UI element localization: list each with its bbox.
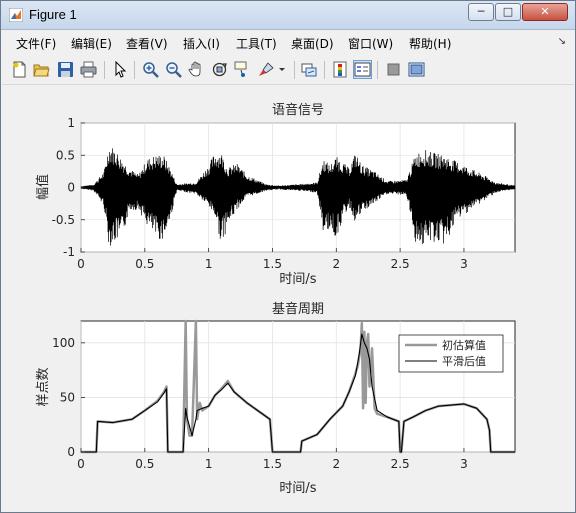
new-figure-icon[interactable] xyxy=(11,61,28,78)
toolbar-separator xyxy=(134,61,135,79)
figure-window: Figure 1 ─ □ ✕ 文件(F) 编辑(E) 查看(V) 插入(I) 工… xyxy=(0,0,576,513)
brush-icon[interactable] xyxy=(258,61,275,78)
figure-canvas: 0 0.5 1 1.5 2 2.5 3 -1 -0.5 0 0.5 1 语音信号 时间/s 幅值 00… xyxy=(11,87,565,505)
y-tick-label: 0.5 xyxy=(56,148,75,162)
title-bar[interactable]: Figure 1 ─ □ ✕ xyxy=(1,1,575,30)
y-tick-label: -0.5 xyxy=(52,213,75,227)
toolbar-separator xyxy=(294,61,295,79)
menu-bar: 文件(F) 编辑(E) 查看(V) 插入(I) 工具(T) 桌面(D) 窗口(W… xyxy=(2,32,574,54)
x-tick-label: 0 xyxy=(77,257,85,271)
x-tick-label: 1 xyxy=(205,457,213,471)
window-title: Figure 1 xyxy=(29,7,77,22)
x-tick-label: 1.5 xyxy=(263,257,282,271)
close-icon: ✕ xyxy=(540,5,550,18)
x-axis-label: 时间/s xyxy=(279,481,316,496)
insert-legend-icon[interactable] xyxy=(353,60,372,79)
close-button[interactable]: ✕ xyxy=(522,3,568,21)
legend-label-estimate: 初估算值 xyxy=(442,338,486,352)
x-tick-label: 2 xyxy=(332,257,340,271)
maximize-icon: □ xyxy=(502,5,514,18)
zoom-out-icon[interactable] xyxy=(165,61,182,78)
menu-help[interactable]: 帮助(H) xyxy=(409,35,451,52)
insert-colorbar-icon[interactable] xyxy=(332,61,349,78)
y-tick-label: 100 xyxy=(52,336,75,350)
x-tick-label: 2.5 xyxy=(391,257,410,271)
maximize-button[interactable]: □ xyxy=(495,3,521,21)
minimize-icon: ─ xyxy=(477,5,485,18)
x-tick-label: 0 xyxy=(77,457,85,471)
y-tick-label: 1 xyxy=(67,116,75,130)
x-tick-label: 0.5 xyxy=(135,257,154,271)
data-cursor-icon[interactable] xyxy=(234,61,251,78)
menu-window[interactable]: 窗口(W) xyxy=(348,35,393,52)
menu-tools[interactable]: 工具(T) xyxy=(236,35,277,52)
y-tick-label: 50 xyxy=(60,390,75,404)
toolbar-separator xyxy=(377,61,378,79)
x-tick-label: 1 xyxy=(205,257,213,271)
link-plot-icon[interactable] xyxy=(301,61,318,78)
minimize-button[interactable]: ─ xyxy=(468,3,494,21)
menu-insert[interactable]: 插入(I) xyxy=(183,35,220,52)
matlab-logo-icon xyxy=(9,8,23,22)
print-icon[interactable] xyxy=(80,61,97,78)
toolbar-separator xyxy=(104,61,105,79)
show-plot-tools-icon[interactable] xyxy=(408,61,425,78)
plots-svg: 0 0.5 1 1.5 2 2.5 3-1-0.500.51 语音信号 时间/s 幅值 00… xyxy=(35,102,516,496)
chart-title: 基音周期 xyxy=(272,301,324,317)
rotate-3d-icon[interactable] xyxy=(211,61,228,78)
menu-desktop[interactable]: 桌面(D) xyxy=(291,35,334,52)
x-axis-label: 时间/s xyxy=(279,272,316,287)
menu-file[interactable]: 文件(F) xyxy=(16,35,56,52)
zoom-in-icon[interactable] xyxy=(142,61,159,78)
menubar-dock-arrow-icon[interactable]: ↘ xyxy=(558,36,566,47)
legend-label-smoothed: 平滑后值 xyxy=(442,355,486,368)
y-tick-label: -1 xyxy=(63,245,75,259)
toolbar-separator xyxy=(324,61,325,79)
y-axis-label: 样点数 xyxy=(36,367,51,406)
edit-plot-arrow-icon[interactable] xyxy=(112,61,129,78)
y-tick-label: 0 xyxy=(67,445,75,459)
x-tick-label: 2 xyxy=(332,457,340,471)
axes-speech: 0 0.5 1 1.5 2 2.5 3 -1 -0.5 0 0.5 1 语音信号 时间/s 幅值 xyxy=(35,102,516,287)
open-file-icon[interactable] xyxy=(33,61,50,78)
hide-plot-tools-icon[interactable] xyxy=(385,61,402,78)
x-tick-label: 1.5 xyxy=(263,457,282,471)
y-tick-label: 0 xyxy=(67,181,75,195)
chart-title: 语音信号 xyxy=(272,102,324,118)
menu-edit[interactable]: 编辑(E) xyxy=(71,35,112,52)
save-icon[interactable] xyxy=(57,61,74,78)
y-axis-label: 幅值 xyxy=(35,174,51,200)
x-tick-label: 3 xyxy=(460,257,468,271)
figure-toolbar xyxy=(2,56,574,85)
brush-dropdown-icon[interactable] xyxy=(278,61,287,78)
x-tick-label: 2.5 xyxy=(391,457,410,471)
x-tick-label: 0.5 xyxy=(135,457,154,471)
legend[interactable]: 初估算值 平滑后值 xyxy=(398,334,504,373)
x-tick-label: 3 xyxy=(460,457,468,471)
axes-pitch: 0 0.5 1 1.5 2 2.5 3 0 50 100 基音周期 时间/s 样点数 初估算值 平… xyxy=(36,301,516,496)
menu-view[interactable]: 查看(V) xyxy=(126,35,168,52)
pan-hand-icon[interactable] xyxy=(188,61,205,78)
